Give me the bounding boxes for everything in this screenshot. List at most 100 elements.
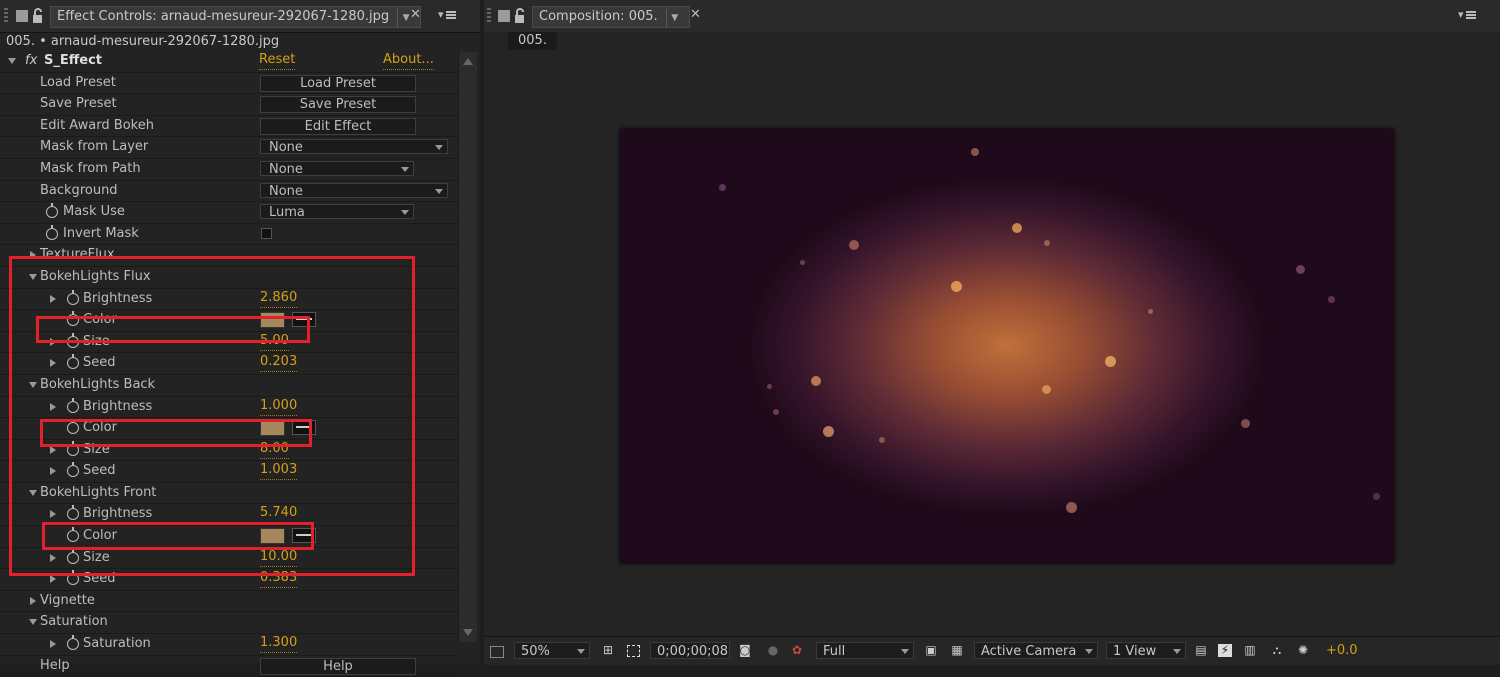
composition-viewer[interactable]: 005.	[484, 32, 1500, 636]
camera-snapshot-icon[interactable]: ◙	[738, 644, 752, 657]
vertical-scrollbar[interactable]	[458, 52, 477, 642]
stopwatch-icon[interactable]	[67, 332, 79, 348]
twirl-closed-icon[interactable]	[30, 596, 36, 605]
timeline-icon[interactable]: ▥	[1243, 644, 1257, 657]
show-snapshot-icon[interactable]: ●	[766, 644, 780, 657]
exposure-reset-icon[interactable]: ✺	[1296, 644, 1310, 657]
back-seed-value[interactable]: 1.003	[260, 461, 298, 481]
edit-effect-button[interactable]: Edit Effect	[260, 117, 416, 135]
magnification-select[interactable]: 50%	[514, 642, 590, 659]
bokeh-back-group-row[interactable]: BokehLights Back	[0, 375, 458, 397]
stopwatch-icon[interactable]	[67, 462, 79, 478]
mask-use-select[interactable]: Luma	[260, 204, 414, 220]
stopwatch-icon[interactable]	[67, 311, 79, 327]
about-link[interactable]: About...	[383, 51, 434, 70]
twirl-closed-icon[interactable]	[50, 445, 56, 454]
saturation-group-row[interactable]: Saturation	[0, 612, 458, 635]
camera-view-select[interactable]: Active Camera	[974, 642, 1098, 659]
stopwatch-icon[interactable]	[67, 635, 79, 651]
toggle-pixel-aspect-icon[interactable]: ▤	[1194, 644, 1208, 657]
grid-guides-icon[interactable]: ⊞	[601, 644, 615, 657]
lock-icon[interactable]	[32, 8, 46, 24]
flux-size-value[interactable]: 5.00	[260, 332, 289, 351]
chevron-down-icon[interactable]: ▼	[665, 8, 683, 28]
bokeh-render-canvas[interactable]	[620, 129, 1394, 563]
texture-flux-row[interactable]: TextureFlux	[0, 245, 458, 267]
twirl-open-icon[interactable]	[29, 381, 37, 388]
scroll-down-icon[interactable]	[463, 629, 473, 636]
twirl-closed-icon[interactable]	[50, 294, 56, 303]
panel-grip-icon[interactable]	[487, 8, 491, 24]
background-select[interactable]: None	[260, 182, 448, 199]
panel-menu-icon[interactable]: ▾	[438, 8, 456, 21]
saturation-value[interactable]: 1.300	[260, 634, 298, 654]
stopwatch-icon[interactable]	[46, 224, 58, 240]
reset-link[interactable]: Reset	[259, 51, 296, 70]
twirl-closed-icon[interactable]	[30, 251, 36, 260]
effect-header-row[interactable]: fx S_Effect Reset About...	[0, 51, 458, 73]
mask-from-layer-select[interactable]: None	[260, 139, 448, 155]
stopwatch-icon[interactable]	[67, 527, 79, 543]
stopwatch-icon[interactable]	[67, 440, 79, 456]
stopwatch-icon[interactable]	[67, 548, 79, 564]
mask-from-path-select[interactable]: None	[260, 160, 414, 177]
transparency-grid-icon[interactable]: ▦	[950, 644, 964, 657]
flux-color-swatch[interactable]	[260, 312, 285, 329]
twirl-open-icon[interactable]	[29, 489, 37, 496]
front-brightness-value[interactable]: 5.740	[260, 504, 298, 524]
close-icon[interactable]: ✕	[410, 7, 421, 22]
stopwatch-icon[interactable]	[67, 505, 79, 521]
stopwatch-icon[interactable]	[67, 419, 79, 435]
fast-previews-icon[interactable]: ⚡	[1218, 644, 1232, 657]
lock-icon[interactable]	[514, 8, 528, 24]
invert-mask-checkbox[interactable]	[261, 227, 272, 239]
twirl-closed-icon[interactable]	[50, 467, 56, 476]
channel-rgb-icon[interactable]: ✿	[790, 644, 804, 657]
flux-seed-value[interactable]: 0.203	[260, 353, 298, 373]
bokeh-flux-group-row[interactable]: BokehLights Flux	[0, 267, 458, 289]
back-color-swatch[interactable]	[260, 420, 285, 437]
region-of-interest-icon[interactable]: ▣	[924, 644, 938, 657]
eyedropper-icon[interactable]	[292, 528, 316, 544]
comp-name-tag[interactable]: 005.	[508, 32, 557, 50]
panel-menu-icon[interactable]: ▾	[1458, 8, 1476, 21]
stopwatch-icon[interactable]	[67, 354, 79, 370]
eyedropper-icon[interactable]	[292, 312, 316, 328]
timecode-field[interactable]: 0;00;00;08	[650, 642, 730, 659]
flux-brightness-value[interactable]: 2.860	[260, 289, 298, 308]
twirl-closed-icon[interactable]	[50, 359, 56, 368]
bokeh-front-group-row[interactable]: BokehLights Front	[0, 483, 458, 505]
front-color-swatch[interactable]	[260, 528, 285, 545]
back-brightness-value[interactable]: 1.000	[260, 397, 298, 416]
exposure-value[interactable]: +0.0	[1326, 643, 1358, 658]
stopwatch-icon[interactable]	[67, 570, 79, 586]
scroll-up-icon[interactable]	[463, 58, 473, 65]
vignette-row[interactable]: Vignette	[0, 591, 458, 613]
help-button[interactable]: Help	[260, 657, 416, 675]
panel-grip-icon[interactable]	[4, 8, 8, 24]
twirl-closed-icon[interactable]	[50, 510, 56, 519]
twirl-closed-icon[interactable]	[50, 640, 56, 649]
view-layout-select[interactable]: 1 View	[1106, 642, 1186, 659]
twirl-closed-icon[interactable]	[50, 553, 56, 562]
twirl-closed-icon[interactable]	[50, 575, 56, 584]
flowchart-icon[interactable]: ⛬	[1270, 644, 1284, 657]
stopwatch-icon[interactable]	[67, 397, 79, 413]
tab-effect-controls[interactable]: Effect Controls: arnaud-mesureur-292067-…	[50, 6, 422, 28]
back-size-value[interactable]: 8.00	[260, 440, 289, 459]
front-size-value[interactable]: 10.00	[260, 548, 298, 567]
twirl-open-icon[interactable]	[29, 619, 37, 626]
stopwatch-icon[interactable]	[46, 203, 58, 219]
tab-composition[interactable]: Composition: 005. ▼	[532, 6, 690, 28]
mask-visibility-icon[interactable]	[627, 645, 640, 657]
eyedropper-icon[interactable]	[292, 420, 316, 436]
save-preset-button[interactable]: Save Preset	[260, 96, 416, 114]
twirl-open-icon[interactable]	[29, 273, 37, 280]
twirl-closed-icon[interactable]	[50, 337, 56, 346]
twirl-closed-icon[interactable]	[50, 402, 56, 411]
load-preset-button[interactable]: Load Preset	[260, 74, 416, 92]
stopwatch-icon[interactable]	[67, 289, 79, 305]
close-icon[interactable]: ✕	[690, 7, 701, 22]
fx-icon[interactable]: fx	[25, 51, 37, 71]
always-preview-icon[interactable]	[490, 646, 504, 658]
